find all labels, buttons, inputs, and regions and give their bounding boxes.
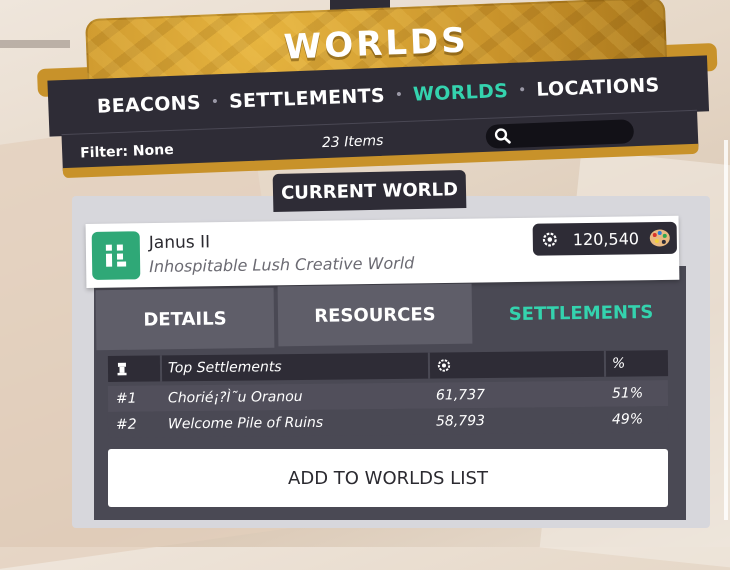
separator-dot: •: [517, 82, 527, 99]
tab-beacons[interactable]: BEACONS: [97, 92, 202, 118]
gear-icon: [542, 232, 557, 247]
gear-icon[interactable]: [436, 357, 452, 373]
column-divider: [427, 352, 431, 379]
column-divider: [159, 355, 163, 382]
search-icon: [494, 128, 511, 144]
world-type: Inhospitable Lush Creative World: [149, 253, 415, 277]
tower-icon: [117, 362, 127, 376]
row-percent: 51%: [611, 385, 644, 402]
search-input[interactable]: [485, 119, 635, 149]
row-percent: 49%: [611, 411, 644, 428]
detail-tabs: DETAILS RESOURCES SETTLEMENTS: [95, 283, 686, 351]
scrollbar[interactable]: [724, 140, 728, 520]
grid-glyph: [105, 244, 127, 267]
row-name: Chorié¡?Ì˜u Oranou: [167, 388, 303, 407]
prestige-value: 120,540: [572, 229, 640, 250]
items-count: 23 Items: [321, 132, 384, 152]
palette-icon: [649, 229, 670, 247]
header-percent[interactable]: %: [612, 356, 625, 372]
row-value: 58,793: [435, 413, 486, 430]
add-to-worlds-list-button[interactable]: ADD TO WORLDS LIST: [108, 449, 668, 507]
column-divider: [603, 350, 607, 377]
tab-settlements-detail[interactable]: SETTLEMENTS: [476, 282, 687, 345]
row-name: Welcome Pile of Ruins: [167, 414, 324, 433]
header-top-settlements[interactable]: Top Settlements: [168, 359, 282, 376]
tab-resources[interactable]: RESOURCES: [277, 283, 473, 347]
tab-settlements[interactable]: SETTLEMENTS: [229, 85, 386, 113]
current-world-tag: CURRENT WORLD: [272, 169, 467, 213]
world-card[interactable]: Janus II Inhospitable Lush Creative Worl…: [85, 215, 680, 288]
row-value: 61,737: [435, 387, 486, 404]
tab-details[interactable]: DETAILS: [95, 287, 275, 351]
filter-dropdown[interactable]: Filter: None: [80, 142, 174, 162]
separator-dot: •: [210, 94, 220, 111]
tab-worlds[interactable]: WORLDS: [413, 80, 509, 106]
prestige-badge: 120,540: [532, 221, 678, 256]
separator-dot: •: [394, 87, 404, 104]
tab-locations[interactable]: LOCATIONS: [536, 74, 660, 101]
world-name: Janus II: [148, 232, 211, 254]
current-world-label: CURRENT WORLD: [280, 179, 459, 204]
row-rank: #2: [115, 416, 137, 433]
world-icon: [91, 231, 141, 280]
worlds-header: WORLDS BEACONS • SETTLEMENTS • WORLDS • …: [35, 0, 721, 193]
row-rank: #1: [115, 390, 137, 407]
